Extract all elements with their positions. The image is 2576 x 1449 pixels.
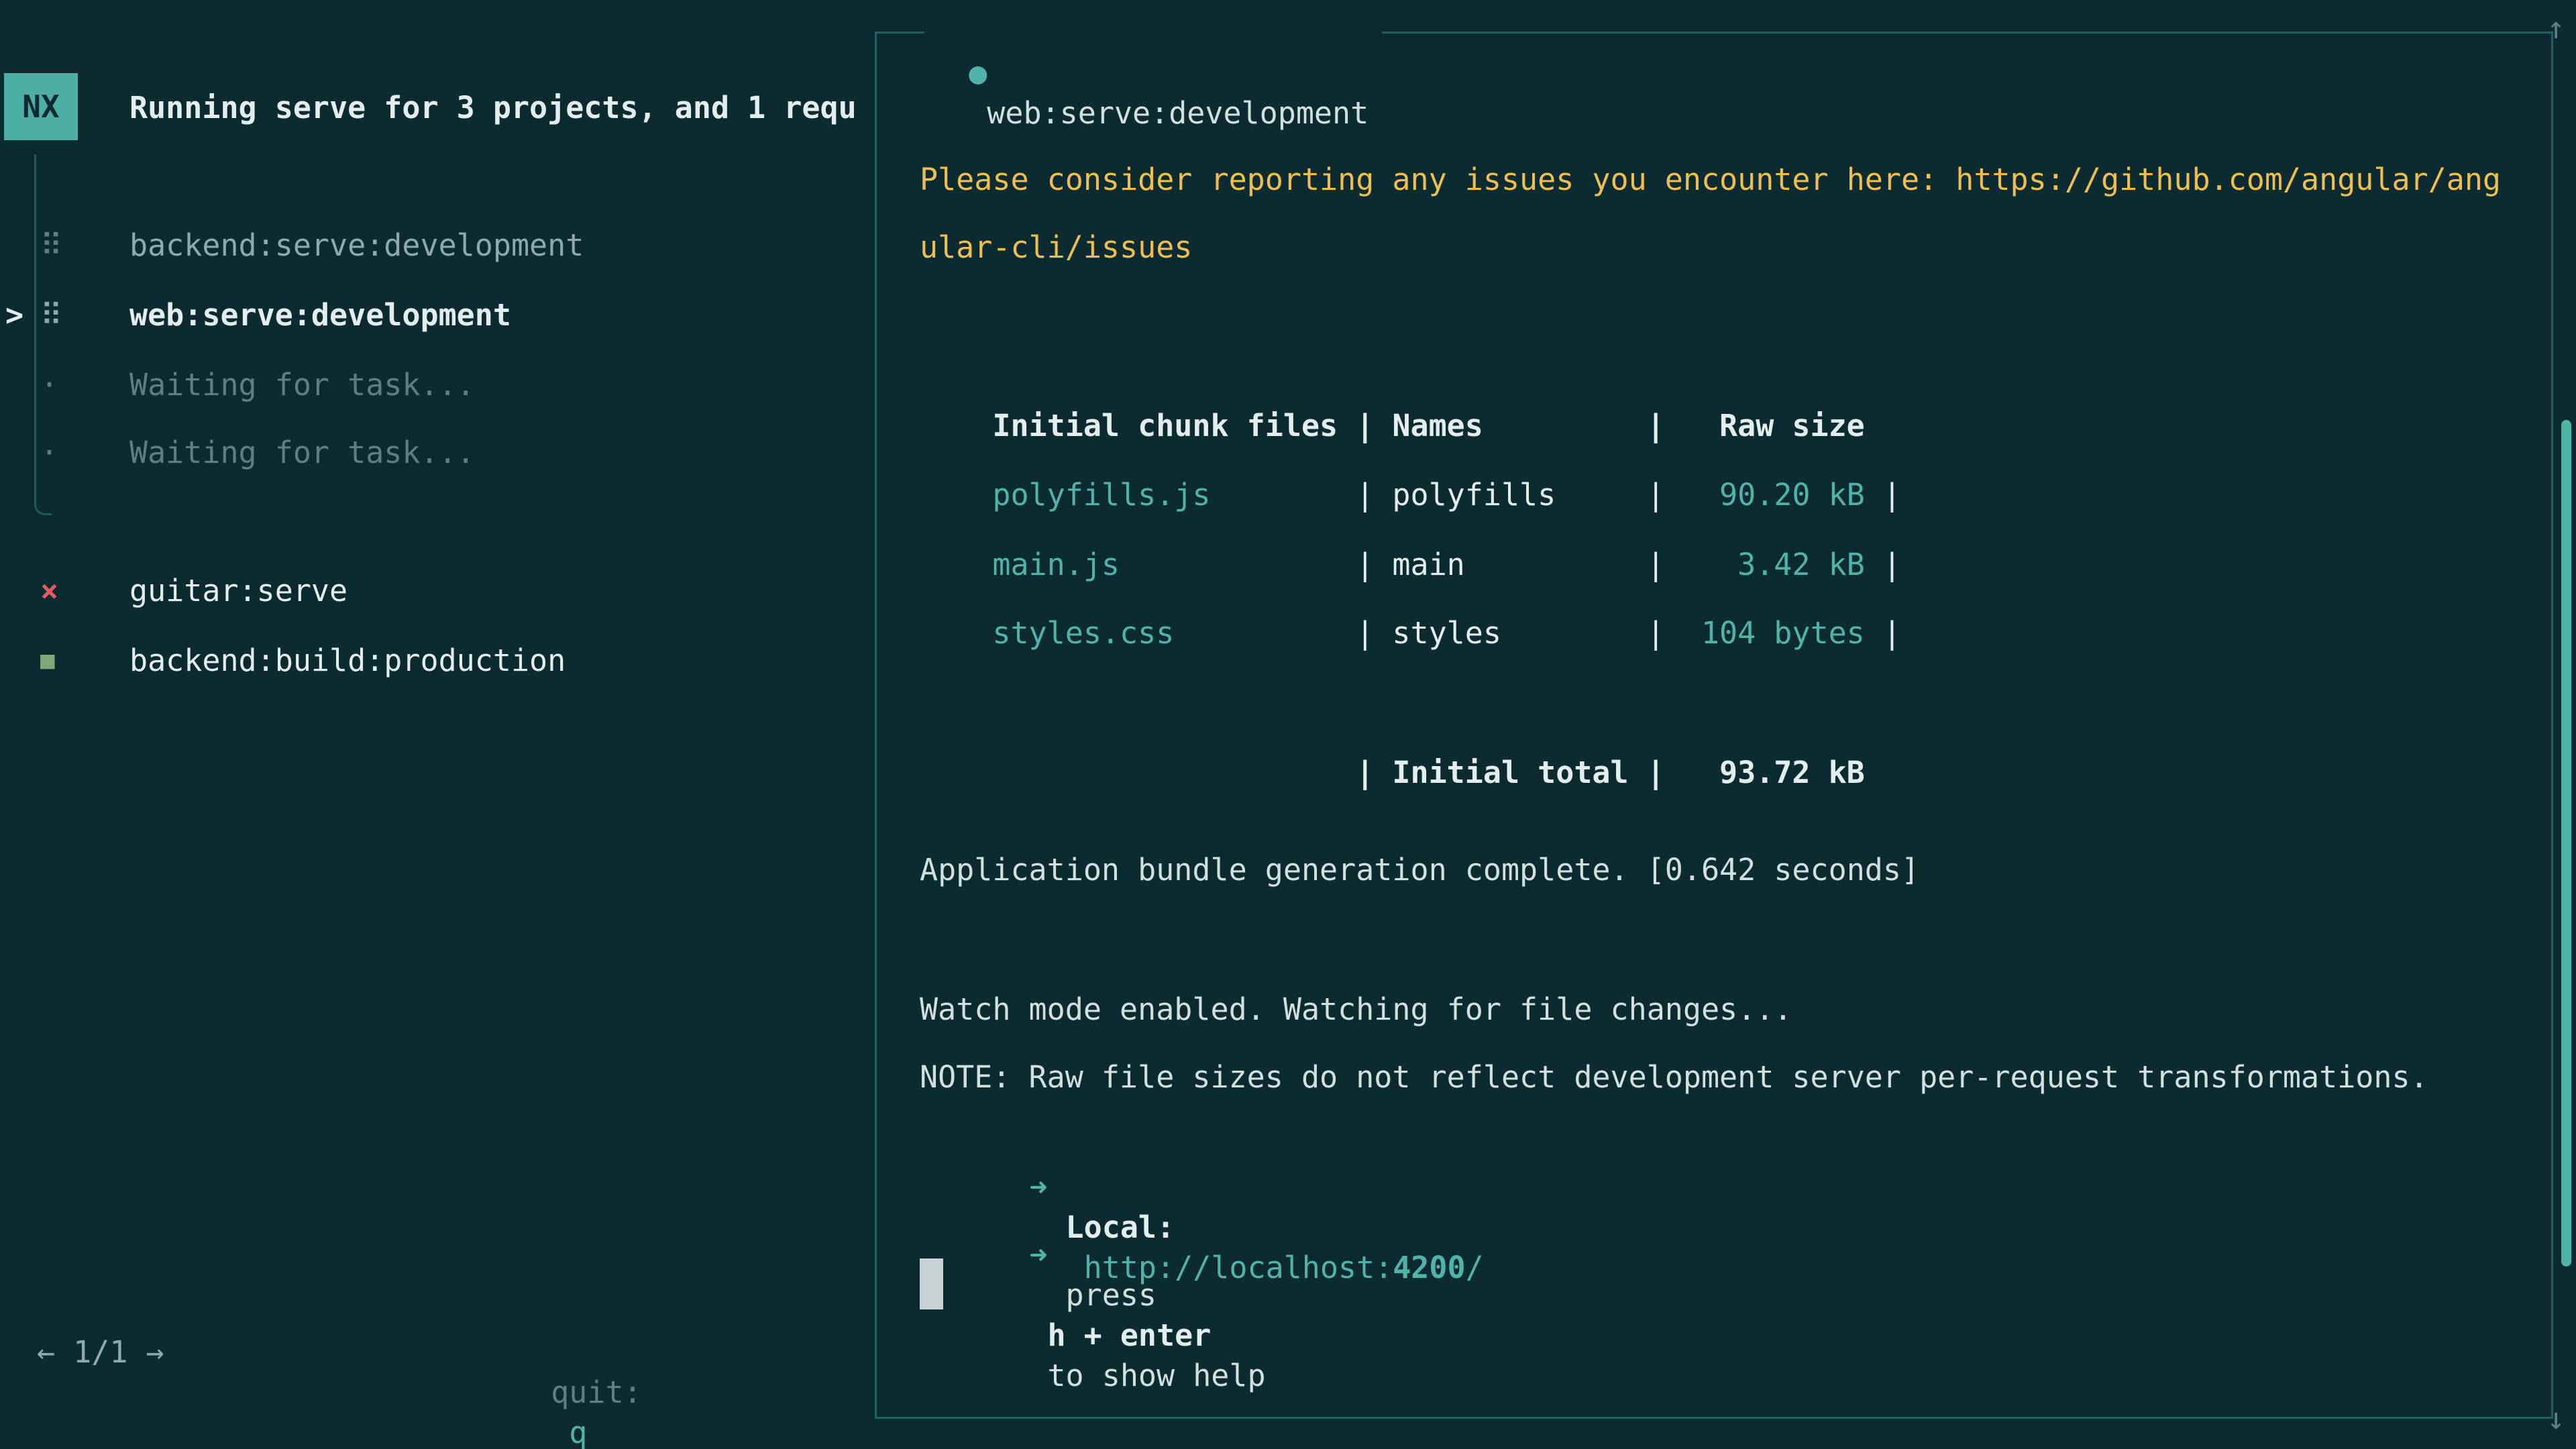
terminal-cursor <box>920 1258 943 1309</box>
table-row: main.js|main|3.42 kB| <box>920 504 1901 545</box>
total-label: Initial total <box>1392 753 1646 793</box>
scrollbar-thumb[interactable] <box>2561 420 2571 1267</box>
task-label: Waiting for task... <box>129 433 475 473</box>
total-row: |Initial total|93.72 kB <box>920 712 1865 753</box>
quit-key: q <box>569 1415 587 1449</box>
watch-mode-text: Watch mode enabled. Watching for file ch… <box>920 989 1792 1030</box>
spinner-icon: ⠿ <box>40 295 129 335</box>
help-press-text: press <box>1066 1277 1157 1313</box>
scrollbar-down-icon[interactable]: ↓ <box>2536 1399 2576 1439</box>
spinner-icon: ⠿ <box>40 225 129 266</box>
task-label: web:serve:development <box>129 295 511 335</box>
caret-icon: > <box>5 295 23 335</box>
pagination[interactable]: ← 1/1 → <box>37 1332 164 1373</box>
status-dot-icon: ● <box>969 55 987 91</box>
notice-text-line2[interactable]: ular-cli/issues <box>920 227 1192 268</box>
local-server-line: ➜ Local: http://localhost:4200/ <box>957 1127 1484 1167</box>
arrow-icon: ➜ <box>1029 1237 1047 1273</box>
waiting-dot-icon: · <box>40 433 129 473</box>
total-size: 93.72 kB <box>1683 753 1865 793</box>
help-rest-text: to show help <box>1047 1358 1265 1393</box>
panel-title-label: web:serve:development <box>987 95 1368 131</box>
chunk-table-header: Initial chunk files|Names|Raw size <box>920 366 1865 406</box>
task-row-backend-build[interactable]: ■ backend:build:production <box>40 641 566 681</box>
help-hint-line: ➜ press h + enter to show help <box>957 1195 1266 1235</box>
bundle-complete-text: Application bundle generation complete. … <box>920 850 1919 890</box>
task-row-web-serve[interactable]: ⠿ web:serve:development <box>40 295 511 335</box>
task-output-panel: Please consider reporting any issues you… <box>875 32 2553 1419</box>
note-text: NOTE: Raw file sizes do not reflect deve… <box>920 1057 2428 1097</box>
task-label: guitar:serve <box>129 571 347 611</box>
panel-title[interactable]: ● web:serve:development <box>924 13 1382 53</box>
task-row-guitar-serve[interactable]: × guitar:serve <box>40 571 347 611</box>
help-keys: h + enter <box>1047 1318 1211 1353</box>
scrollbar-up-icon[interactable]: ↑ <box>2536 8 2576 48</box>
table-row: polyfills.js|polyfills|90.20 kB| <box>920 435 1901 475</box>
chunk-name: styles <box>1392 613 1646 653</box>
local-port: 4200 <box>1393 1250 1465 1285</box>
keyboard-hints: quit: q help: ? <box>515 1332 678 1373</box>
nx-logo: NX <box>4 73 78 140</box>
chunk-file: styles.css <box>992 613 1356 653</box>
task-label: backend:build:production <box>129 641 566 681</box>
chunk-size: 104 bytes <box>1683 613 1865 653</box>
task-label: Waiting for task... <box>129 365 475 405</box>
quit-hint-label: quit: <box>551 1375 641 1410</box>
failed-x-icon: × <box>40 571 129 611</box>
table-row: styles.css|styles|104 bytes| <box>920 573 1901 613</box>
app-title: Running serve for 3 projects, and 1 requ <box>129 88 871 128</box>
task-row-waiting-1[interactable]: · Waiting for task... <box>40 365 475 405</box>
task-label: backend:serve:development <box>129 225 584 266</box>
notice-text-line1[interactable]: Please consider reporting any issues you… <box>920 160 2501 200</box>
success-square-icon: ■ <box>40 641 129 681</box>
task-row-backend-serve[interactable]: ⠿ backend:serve:development <box>40 225 584 266</box>
task-row-waiting-2[interactable]: · Waiting for task... <box>40 433 475 473</box>
waiting-dot-icon: · <box>40 365 129 405</box>
